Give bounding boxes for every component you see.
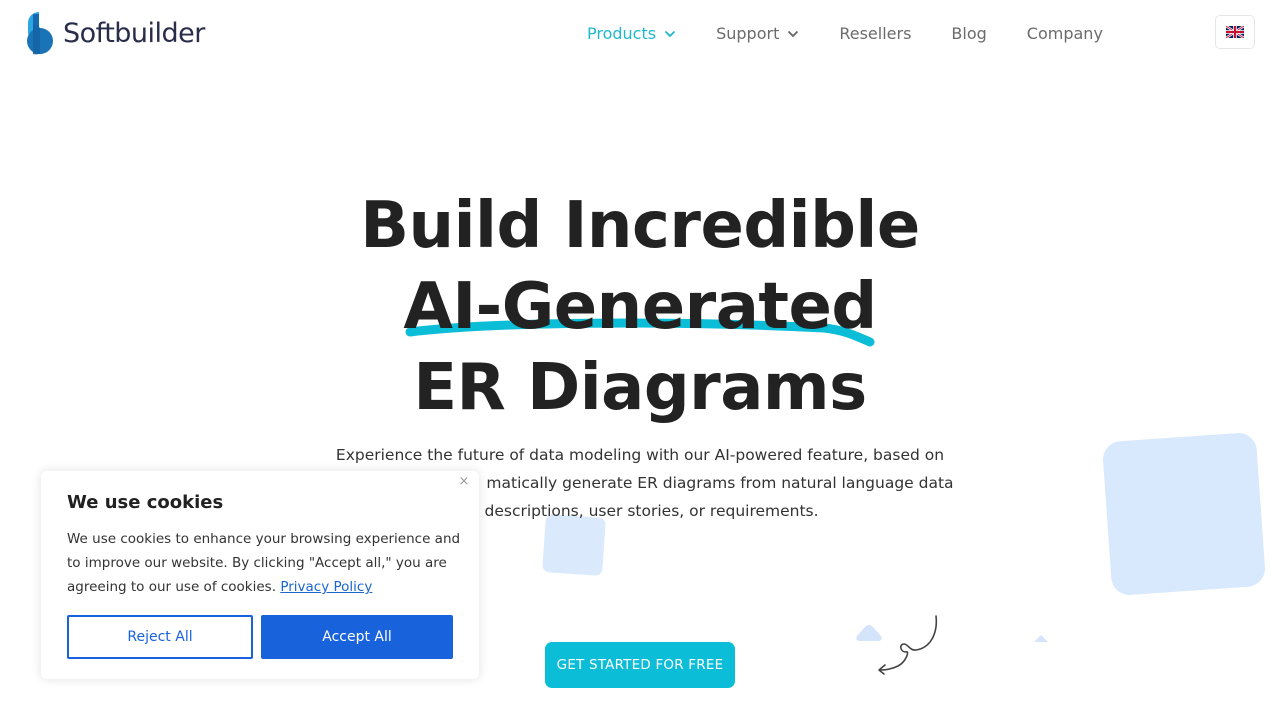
nav-item-resellers[interactable]: Resellers <box>839 24 911 43</box>
get-started-button[interactable]: GET STARTED FOR FREE <box>545 642 735 688</box>
decorative-triangle-small <box>1034 635 1048 642</box>
reject-all-button[interactable]: Reject All <box>67 615 253 659</box>
hero-title: Build Incredible AI-Generated ER Diagram… <box>0 186 1280 429</box>
nav-item-company[interactable]: Company <box>1027 24 1103 43</box>
language-selector[interactable] <box>1215 15 1255 49</box>
page: Softbuilder Products Support Resellers B… <box>0 0 1280 720</box>
cookie-text: We use cookies to enhance your browsing … <box>67 527 467 599</box>
accept-all-button[interactable]: Accept All <box>261 615 453 659</box>
nav-label: Products <box>587 24 657 43</box>
decorative-square <box>1101 431 1267 597</box>
softbuilder-logo-icon <box>27 12 53 55</box>
cookie-title: We use cookies <box>67 492 224 513</box>
cookie-banner: × We use cookies We use cookies to enhan… <box>41 471 479 679</box>
nav-label: Company <box>1026 24 1103 43</box>
logo[interactable]: Softbuilder <box>19 10 205 56</box>
nav-item-support[interactable]: Support <box>716 24 799 43</box>
nav-item-blog[interactable]: Blog <box>951 24 986 43</box>
main-nav: Products Support Resellers Blog Company <box>587 24 1103 43</box>
cookie-description: We use cookies to enhance your browsing … <box>67 531 461 595</box>
close-icon[interactable]: × <box>457 475 471 489</box>
privacy-policy-link[interactable]: Privacy Policy <box>280 579 372 595</box>
brand-name: Softbuilder <box>63 17 205 49</box>
hero-title-line-1: Build Incredible <box>360 189 920 263</box>
clipped-footnote <box>510 712 780 720</box>
site-header: Softbuilder Products Support Resellers B… <box>0 0 1280 70</box>
uk-flag-icon <box>1226 26 1244 38</box>
nav-label: Support <box>716 24 780 43</box>
hero-subtitle-line-1: Experience the future of data modeling w… <box>335 446 945 464</box>
hero-title-line-2: AI-Generated <box>0 267 1280 348</box>
chevron-down-icon <box>788 30 799 37</box>
nav-label: Blog <box>951 24 987 43</box>
nav-item-products[interactable]: Products <box>587 24 676 43</box>
curly-arrow-icon <box>878 615 938 675</box>
hero-title-highlight: AI-Generated <box>403 270 877 344</box>
hero-title-line-3: ER Diagrams <box>413 351 867 425</box>
chevron-down-icon <box>664 30 676 37</box>
nav-label: Resellers <box>839 24 912 43</box>
